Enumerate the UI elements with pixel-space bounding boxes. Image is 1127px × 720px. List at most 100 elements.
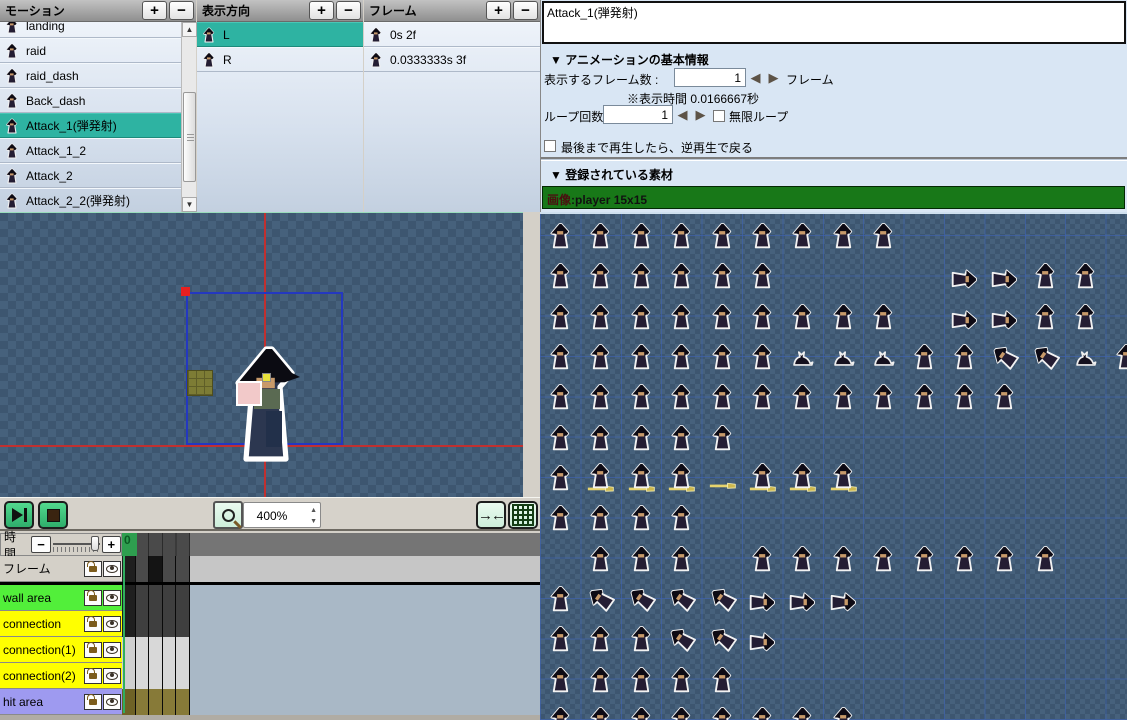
- sheet-sprite-witch[interactable]: [628, 262, 655, 289]
- sheet-sprite-witch-lying[interactable]: [749, 629, 776, 656]
- timeline-cell[interactable]: [149, 611, 163, 637]
- timeline-cell[interactable]: [136, 556, 150, 582]
- sheet-sprite-witch[interactable]: [789, 303, 816, 330]
- timeline-cell[interactable]: [149, 689, 163, 715]
- time-zoom-in-button[interactable]: +: [102, 536, 122, 553]
- list-item-0.0333333s 3f[interactable]: 0.0333333s 3f: [364, 47, 540, 72]
- track-label-connection[interactable]: connection: [0, 611, 122, 637]
- sprite-sheet-grid[interactable]: [540, 212, 1127, 720]
- sheet-sprite-witch[interactable]: [547, 303, 574, 330]
- timeline-cell[interactable]: [163, 611, 177, 637]
- lock-button[interactable]: [84, 590, 102, 606]
- track-label-wall area[interactable]: wall area: [0, 585, 122, 611]
- frame-count-input[interactable]: 1: [674, 68, 746, 87]
- sheet-sprite-witch-lying[interactable]: [991, 266, 1018, 293]
- direction-remove-button[interactable]: −: [336, 1, 361, 20]
- sheet-sprite-witch[interactable]: [1072, 303, 1099, 330]
- sheet-sprite-witch[interactable]: [628, 666, 655, 693]
- sheet-sprite-witch-broom[interactable]: [587, 464, 614, 491]
- track-cells-connection(2)[interactable]: [122, 663, 540, 689]
- visibility-button[interactable]: [103, 561, 121, 577]
- sheet-sprite-witch[interactable]: [749, 222, 776, 249]
- playhead-line[interactable]: [123, 556, 125, 713]
- basic-info-header[interactable]: ▼ アニメーションの基本情報: [550, 51, 709, 68]
- sheet-sprite-witch[interactable]: [547, 464, 574, 491]
- sheet-sprite-witch-broom[interactable]: [789, 464, 816, 491]
- sheet-sprite-witch-lying[interactable]: [991, 307, 1018, 334]
- attachment-block-yellow[interactable]: [262, 373, 271, 382]
- sheet-sprite-witch-broom[interactable]: [749, 464, 776, 491]
- track-cells-フレーム[interactable]: [122, 556, 540, 582]
- play-button[interactable]: [4, 501, 34, 529]
- timeline-cell[interactable]: [163, 663, 177, 689]
- sheet-sprite-witch[interactable]: [547, 666, 574, 693]
- animation-name-input[interactable]: Attack_1(弾発射): [542, 1, 1126, 44]
- sheet-sprite-witch[interactable]: [749, 262, 776, 289]
- sheet-sprite-witch[interactable]: [668, 222, 695, 249]
- sheet-sprite-witch[interactable]: [830, 706, 857, 720]
- time-zoom-slider[interactable]: [53, 536, 100, 553]
- timeline-cell[interactable]: [136, 637, 150, 663]
- zoom-tool-button[interactable]: [213, 501, 243, 529]
- preview-character-sprite[interactable]: [218, 331, 310, 463]
- sheet-sprite-witch[interactable]: [668, 545, 695, 572]
- sheet-sprite-witch[interactable]: [830, 383, 857, 410]
- sheet-sprite-witch[interactable]: [628, 303, 655, 330]
- sheet-sprite-witch[interactable]: [830, 222, 857, 249]
- timeline-cell[interactable]: [176, 663, 190, 689]
- sheet-sprite-witch[interactable]: [911, 343, 938, 370]
- track-label-connection(2)[interactable]: connection(2): [0, 663, 122, 689]
- frame-zero-cell[interactable]: 0: [122, 533, 137, 556]
- sheet-sprite-witch[interactable]: [668, 424, 695, 451]
- timeline-cell[interactable]: [149, 663, 163, 689]
- timeline-cell[interactable]: [136, 585, 150, 611]
- timeline-cell[interactable]: [149, 585, 163, 611]
- sheet-sprite-witch[interactable]: [789, 222, 816, 249]
- sheet-sprite-witch-broom[interactable]: [830, 464, 857, 491]
- frames-add-button[interactable]: +: [486, 1, 511, 20]
- timeline-cell[interactable]: [136, 611, 150, 637]
- sheet-sprite-witch[interactable]: [547, 343, 574, 370]
- track-cells-connection(1)[interactable]: [122, 637, 540, 663]
- loop-count-input[interactable]: 1: [603, 105, 673, 124]
- sheet-sprite-witch[interactable]: [709, 343, 736, 370]
- timeline-cell[interactable]: [136, 689, 150, 715]
- sheet-sprite-witch[interactable]: [749, 545, 776, 572]
- direction-add-button[interactable]: +: [309, 1, 334, 20]
- track-label-フレーム[interactable]: フレーム: [0, 556, 122, 582]
- lock-button[interactable]: [84, 668, 102, 684]
- sheet-sprite-witch-broom[interactable]: [668, 464, 695, 491]
- list-item-raid_dash[interactable]: raid_dash: [0, 63, 181, 88]
- sheet-sprite-witch[interactable]: [587, 625, 614, 652]
- frame-count-decrement-icon[interactable]: ◀: [747, 68, 764, 87]
- timeline-cell[interactable]: [176, 637, 190, 663]
- spinner-arrows-icon[interactable]: ▲▼: [310, 505, 317, 527]
- lock-button[interactable]: [84, 561, 102, 577]
- timeline-cell[interactable]: [163, 585, 177, 611]
- list-item-L[interactable]: L: [197, 22, 363, 47]
- sheet-sprite-witch[interactable]: [547, 424, 574, 451]
- sheet-sprite-witch[interactable]: [911, 383, 938, 410]
- sheet-sprite-witch[interactable]: [709, 424, 736, 451]
- list-item-raid[interactable]: raid: [0, 38, 181, 63]
- sheet-sprite-witch[interactable]: [870, 545, 897, 572]
- time-zoom-out-button[interactable]: −: [31, 536, 51, 553]
- sheet-sprite-witch[interactable]: [628, 625, 655, 652]
- list-item-Attack_2[interactable]: Attack_2: [0, 163, 181, 188]
- sheet-sprite-witch[interactable]: [870, 222, 897, 249]
- loop-increment-icon[interactable]: ▶: [692, 105, 709, 124]
- sheet-sprite-witch[interactable]: [951, 545, 978, 572]
- sheet-sprite-witch-tumbling[interactable]: [663, 620, 701, 658]
- timeline-cell[interactable]: [176, 556, 190, 582]
- timeline-cell[interactable]: [136, 663, 150, 689]
- sheet-sprite-witch[interactable]: [668, 383, 695, 410]
- sheet-sprite-witch[interactable]: [709, 262, 736, 289]
- fit-view-button[interactable]: →←: [476, 501, 506, 529]
- sheet-sprite-witch[interactable]: [668, 504, 695, 531]
- scroll-down-icon[interactable]: ▼: [182, 197, 197, 212]
- sheet-sprite-witch-lying[interactable]: [789, 589, 816, 616]
- lock-button[interactable]: [84, 694, 102, 710]
- sheet-sprite-witch[interactable]: [709, 706, 736, 720]
- track-cells-hit area[interactable]: [122, 689, 540, 715]
- sheet-sprite-witch[interactable]: [547, 262, 574, 289]
